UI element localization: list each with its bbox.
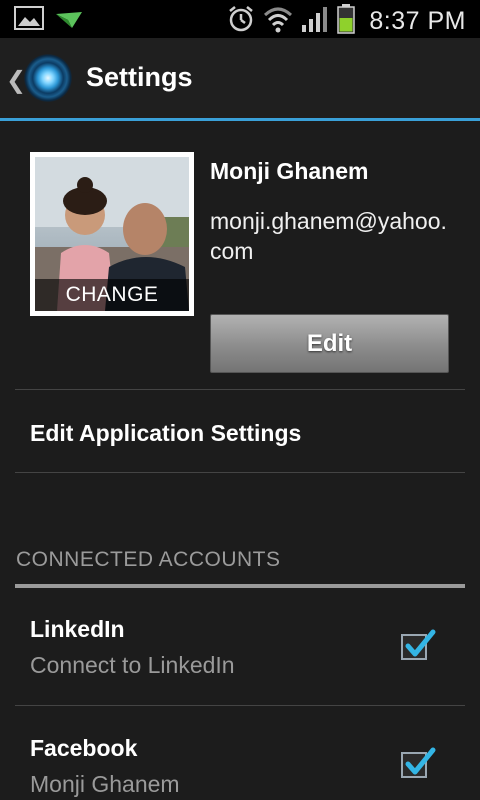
status-bar: 8:37 PM [0,0,480,38]
linkedin-account-title[interactable]: LinkedIn [30,616,125,643]
section-header-line [15,584,465,588]
gallery-icon [14,6,44,35]
profile-photo-image: CHANGE [35,157,189,311]
page-title: Settings [86,62,193,92]
status-bar-right: 8:37 PM [227,4,466,39]
connected-accounts-header: CONNECTED ACCOUNTS [16,548,281,571]
divider [15,472,465,473]
profile-name: Monji Ghanem [210,158,369,184]
app-logo-icon[interactable] [24,54,72,102]
status-bar-left [14,6,84,35]
linkedin-checkbox[interactable] [401,629,436,660]
signal-icon [301,5,329,38]
linkedin-account-subtitle: Connect to LinkedIn [30,652,235,678]
divider [15,705,465,706]
checkmark-icon [405,747,436,775]
profile-photo[interactable]: CHANGE [30,152,194,316]
edit-profile-button[interactable]: Edit [210,314,449,373]
action-bar: ❮ Settings [0,38,480,121]
facebook-account-title[interactable]: Facebook [30,735,137,762]
profile-email: monji.ghanem@yahoo.com [210,208,447,264]
status-clock: 8:37 PM [369,7,466,35]
change-photo-label: CHANGE [35,279,189,311]
facebook-account-subtitle: Monji Ghanem [30,771,180,797]
divider [15,389,465,390]
battery-icon [337,4,356,39]
facebook-checkbox[interactable] [401,747,436,778]
edit-application-settings-item[interactable]: Edit Application Settings [30,420,301,447]
back-chevron-icon[interactable]: ❮ [6,66,26,95]
alarm-icon [227,5,255,38]
wifi-icon [263,5,293,38]
checkmark-icon [405,629,436,657]
notification-arrow-icon [54,6,84,35]
